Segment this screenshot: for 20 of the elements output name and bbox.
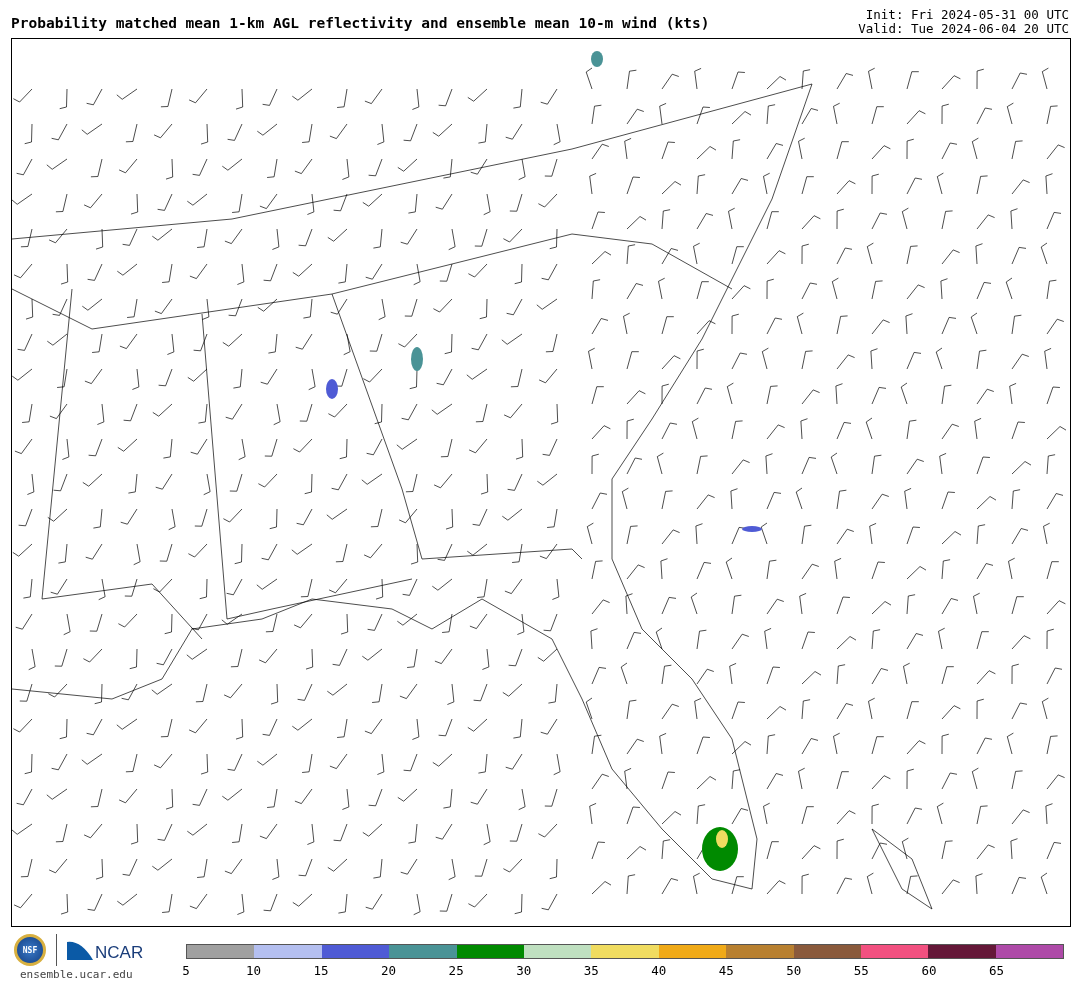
chart-title: Probability matched mean 1-km AGL reflectivity and ensemble mean 10-m wind (kts) — [11, 15, 710, 33]
tick-label: 55 — [853, 963, 869, 978]
init-time: Init: Fri 2024-05-31 00 UTC — [865, 8, 1069, 22]
tick-label: 35 — [583, 963, 599, 978]
tick-label: 5 — [182, 963, 190, 978]
tick-label: 15 — [313, 963, 329, 978]
logo-text: NCAR — [95, 943, 144, 963]
tick-label: 65 — [988, 963, 1004, 978]
tick-label: 10 — [246, 963, 262, 978]
valid-time: Valid: Tue 2024-06-04 20 UTC — [858, 22, 1069, 36]
site-url: ensemble.ucar.edu — [20, 968, 134, 981]
tick-label: 25 — [448, 963, 464, 978]
tick-label: 20 — [381, 963, 397, 978]
tick-label: 50 — [786, 963, 802, 978]
tick-label: 60 — [921, 963, 937, 978]
tick-label: 45 — [718, 963, 734, 978]
tick-label: 30 — [516, 963, 532, 978]
tick-label: 40 — [651, 963, 667, 978]
seal-logo: NSF — [14, 934, 46, 966]
wave-logo-icon — [67, 940, 93, 960]
